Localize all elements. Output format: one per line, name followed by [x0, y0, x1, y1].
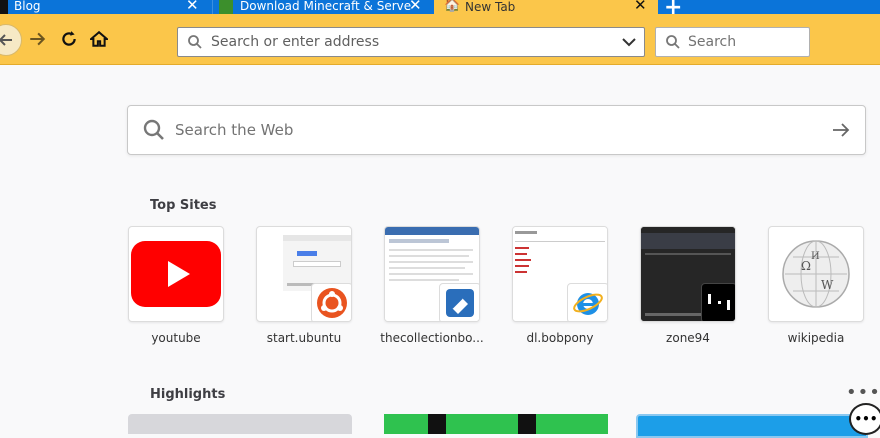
highlights-title: Highlights: [150, 387, 226, 402]
close-tab-icon[interactable]: ✕: [409, 0, 422, 13]
tab-download-minecraft[interactable]: Download Minecraft & Serve ✕: [212, 0, 433, 14]
forward-arrow-icon: [30, 32, 46, 46]
internet-explorer-icon: [567, 283, 607, 321]
search-icon: [188, 35, 202, 49]
site-label: thecollectionbo...: [380, 331, 484, 345]
forward-button[interactable]: [26, 28, 48, 50]
tab-favicon-icon: [0, 0, 8, 14]
svg-text:W: W: [821, 278, 834, 292]
wikipedia-globe-icon: Ω W И: [782, 240, 850, 308]
tab-label: Blog: [14, 0, 41, 13]
site-thumbnail[interactable]: [128, 226, 224, 322]
site-thumbnail[interactable]: [256, 226, 352, 322]
top-site-zone94[interactable]: zone94: [640, 226, 736, 345]
chevron-down-icon[interactable]: [622, 36, 636, 48]
back-button[interactable]: [0, 24, 22, 56]
close-tab-icon[interactable]: ✕: [634, 0, 647, 13]
close-tab-icon[interactable]: ✕: [186, 0, 199, 13]
arrow-right-icon[interactable]: [831, 121, 851, 139]
navigation-toolbar: Search or enter address Search: [0, 14, 880, 65]
reload-button[interactable]: [58, 28, 80, 50]
top-site-dl-bobpony[interactable]: dl.bobpony: [512, 226, 608, 345]
site-label: dl.bobpony: [526, 331, 594, 345]
home-tab-icon: 🏠: [444, 0, 461, 13]
highlight-card[interactable]: [384, 414, 608, 434]
site-label: zone94: [666, 331, 710, 345]
site-label: youtube: [151, 331, 201, 345]
web-search-placeholder: Search the Web: [175, 121, 294, 139]
back-arrow-icon: [0, 34, 12, 46]
home-button[interactable]: [88, 28, 110, 50]
address-bar[interactable]: Search or enter address: [177, 27, 645, 57]
web-search-box[interactable]: Search the Web: [127, 105, 866, 155]
top-site-wikipedia[interactable]: Ω W И wikipedia: [768, 226, 864, 345]
svg-text:Ω: Ω: [801, 259, 811, 273]
tab-blog[interactable]: Blog ✕: [0, 0, 210, 14]
search-icon: [666, 35, 680, 49]
site-thumbnail[interactable]: [640, 226, 736, 322]
tab-strip: Blog ✕ Download Minecraft & Serve ✕ 🏠 Ne…: [0, 0, 880, 22]
section-menu-icon[interactable]: •••: [846, 382, 880, 403]
search-bar[interactable]: Search: [655, 27, 810, 57]
search-placeholder: Search: [688, 34, 737, 50]
site-thumbnail[interactable]: [384, 226, 480, 322]
book-icon: [439, 283, 479, 321]
home-icon: [90, 30, 108, 47]
search-icon: [143, 119, 164, 140]
reload-icon: [62, 31, 76, 46]
youtube-logo-icon: [131, 241, 221, 307]
minecraft-icon: [219, 0, 233, 14]
top-site-start-ubuntu[interactable]: start.ubuntu: [256, 226, 352, 345]
site-label: wikipedia: [787, 331, 845, 345]
svg-text:И: И: [811, 251, 820, 262]
ubuntu-logo-icon: [311, 283, 351, 321]
site-thumbnail[interactable]: Ω W И: [768, 226, 864, 322]
top-site-thecollectionbook[interactable]: thecollectionbo...: [380, 226, 484, 345]
tab-label: Download Minecraft & Serve: [240, 0, 412, 13]
zone94-logo-icon: [701, 283, 735, 321]
highlight-card[interactable]: [636, 414, 868, 438]
top-sites-title: Top Sites: [150, 198, 217, 213]
site-thumbnail[interactable]: [512, 226, 608, 322]
top-site-youtube[interactable]: youtube: [128, 226, 224, 345]
site-label: start.ubuntu: [266, 331, 342, 345]
highlight-card[interactable]: [128, 414, 352, 434]
address-placeholder: Search or enter address: [211, 34, 380, 50]
tab-label: New Tab: [465, 0, 516, 14]
more-options-icon[interactable]: •••: [849, 403, 880, 435]
